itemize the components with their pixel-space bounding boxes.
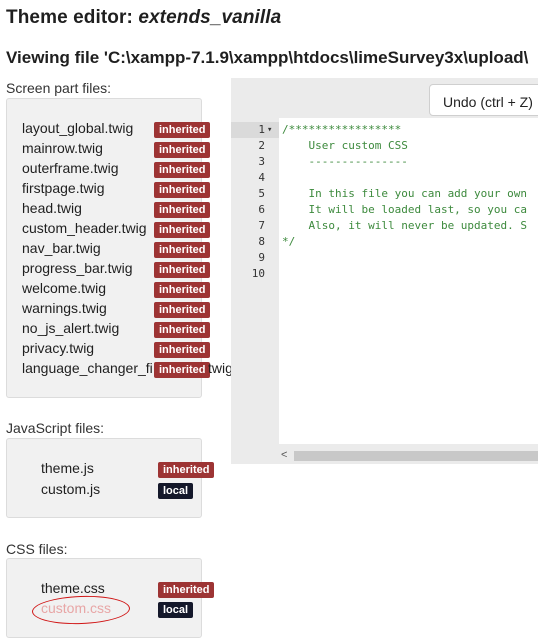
- inherited-badge: inherited: [154, 282, 211, 298]
- inherited-badge: inherited: [154, 122, 211, 138]
- line-number: 5: [258, 187, 265, 200]
- file-link-layout-global[interactable]: layout_global.twig: [22, 120, 133, 138]
- inherited-badge: inherited: [154, 302, 211, 318]
- local-badge: local: [158, 602, 194, 618]
- inherited-badge: inherited: [154, 222, 211, 238]
- viewing-file-heading: Viewing file 'C:\xampp-7.1.9\xampp\htdoc…: [6, 48, 529, 67]
- code-line: It will be loaded last, so you ca: [282, 203, 528, 216]
- scrollbar-thumb[interactable]: [294, 451, 538, 461]
- inherited-badge: inherited: [158, 582, 215, 598]
- line-number: 1: [258, 123, 265, 136]
- inherited-badge: inherited: [154, 242, 211, 258]
- line-number: 3: [258, 155, 265, 168]
- file-link-custom-header[interactable]: custom_header.twig: [22, 220, 147, 238]
- file-link-language-changer-tail[interactable]: twig: [208, 360, 233, 378]
- file-link-language-changer[interactable]: language_changer_fi: [22, 360, 153, 378]
- screen-part-files-label: Screen part files:: [6, 80, 112, 96]
- code-line: /*****************: [282, 123, 402, 136]
- inherited-badge: inherited: [154, 202, 211, 218]
- title-prefix: Theme editor:: [6, 7, 139, 28]
- code-line: User custom CSS: [282, 139, 408, 152]
- inherited-badge: inherited: [158, 462, 215, 478]
- line-number: 9: [258, 251, 265, 264]
- line-number: 7: [258, 219, 265, 232]
- scroll-left-icon[interactable]: <: [281, 449, 287, 461]
- file-link-firstpage[interactable]: firstpage.twig: [22, 180, 104, 198]
- file-link-warnings[interactable]: warnings.twig: [22, 300, 107, 318]
- file-link-custom-js[interactable]: custom.js: [41, 481, 100, 499]
- line-number: 2: [258, 139, 265, 152]
- file-link-theme-js[interactable]: theme.js: [41, 460, 94, 478]
- screen-part-files-panel: layout_global.twig inherited mainrow.twi…: [6, 98, 233, 398]
- code-editor[interactable]: 1 ▾ 2 3 4 5 6 7 8 9 10 /****************…: [231, 78, 538, 464]
- inherited-badge: inherited: [154, 322, 211, 338]
- inherited-badge: inherited: [154, 342, 211, 358]
- horizontal-scrollbar[interactable]: <: [278, 448, 538, 464]
- code-line: In this file you can add your own: [282, 187, 528, 200]
- code-line: Also, it will never be updated. S: [282, 219, 528, 232]
- file-link-mainrow[interactable]: mainrow.twig: [22, 140, 103, 158]
- line-number: 8: [258, 235, 265, 248]
- theme-name: extends_vanilla: [138, 7, 282, 28]
- css-files-label: CSS files:: [6, 541, 68, 557]
- code-line: */: [282, 235, 296, 248]
- javascript-files-panel: theme.js inherited custom.js local: [6, 438, 215, 518]
- undo-button[interactable]: Undo (ctrl + Z): [429, 84, 538, 116]
- inherited-badge: inherited: [154, 162, 211, 178]
- file-link-head[interactable]: head.twig: [22, 200, 82, 218]
- inherited-badge: inherited: [154, 142, 211, 158]
- javascript-files-label: JavaScript files:: [6, 420, 105, 436]
- file-link-welcome[interactable]: welcome.twig: [22, 280, 106, 298]
- line-number: 6: [258, 203, 265, 216]
- file-link-progress-bar[interactable]: progress_bar.twig: [22, 260, 133, 278]
- inherited-badge: inherited: [154, 262, 211, 278]
- line-number: 10: [251, 267, 265, 280]
- file-link-privacy[interactable]: privacy.twig: [22, 340, 94, 358]
- file-link-no-js-alert[interactable]: no_js_alert.twig: [22, 320, 119, 338]
- inherited-badge: inherited: [154, 362, 211, 378]
- code-line: ---------------: [282, 155, 408, 168]
- page-title: Theme editor: extends_vanilla: [6, 7, 281, 29]
- local-badge: local: [158, 483, 194, 499]
- inherited-badge: inherited: [154, 182, 211, 198]
- line-number: 4: [258, 171, 265, 184]
- file-link-nav-bar[interactable]: nav_bar.twig: [22, 240, 101, 258]
- file-link-outerframe[interactable]: outerframe.twig: [22, 160, 118, 178]
- fold-arrow-icon[interactable]: ▾: [267, 122, 277, 138]
